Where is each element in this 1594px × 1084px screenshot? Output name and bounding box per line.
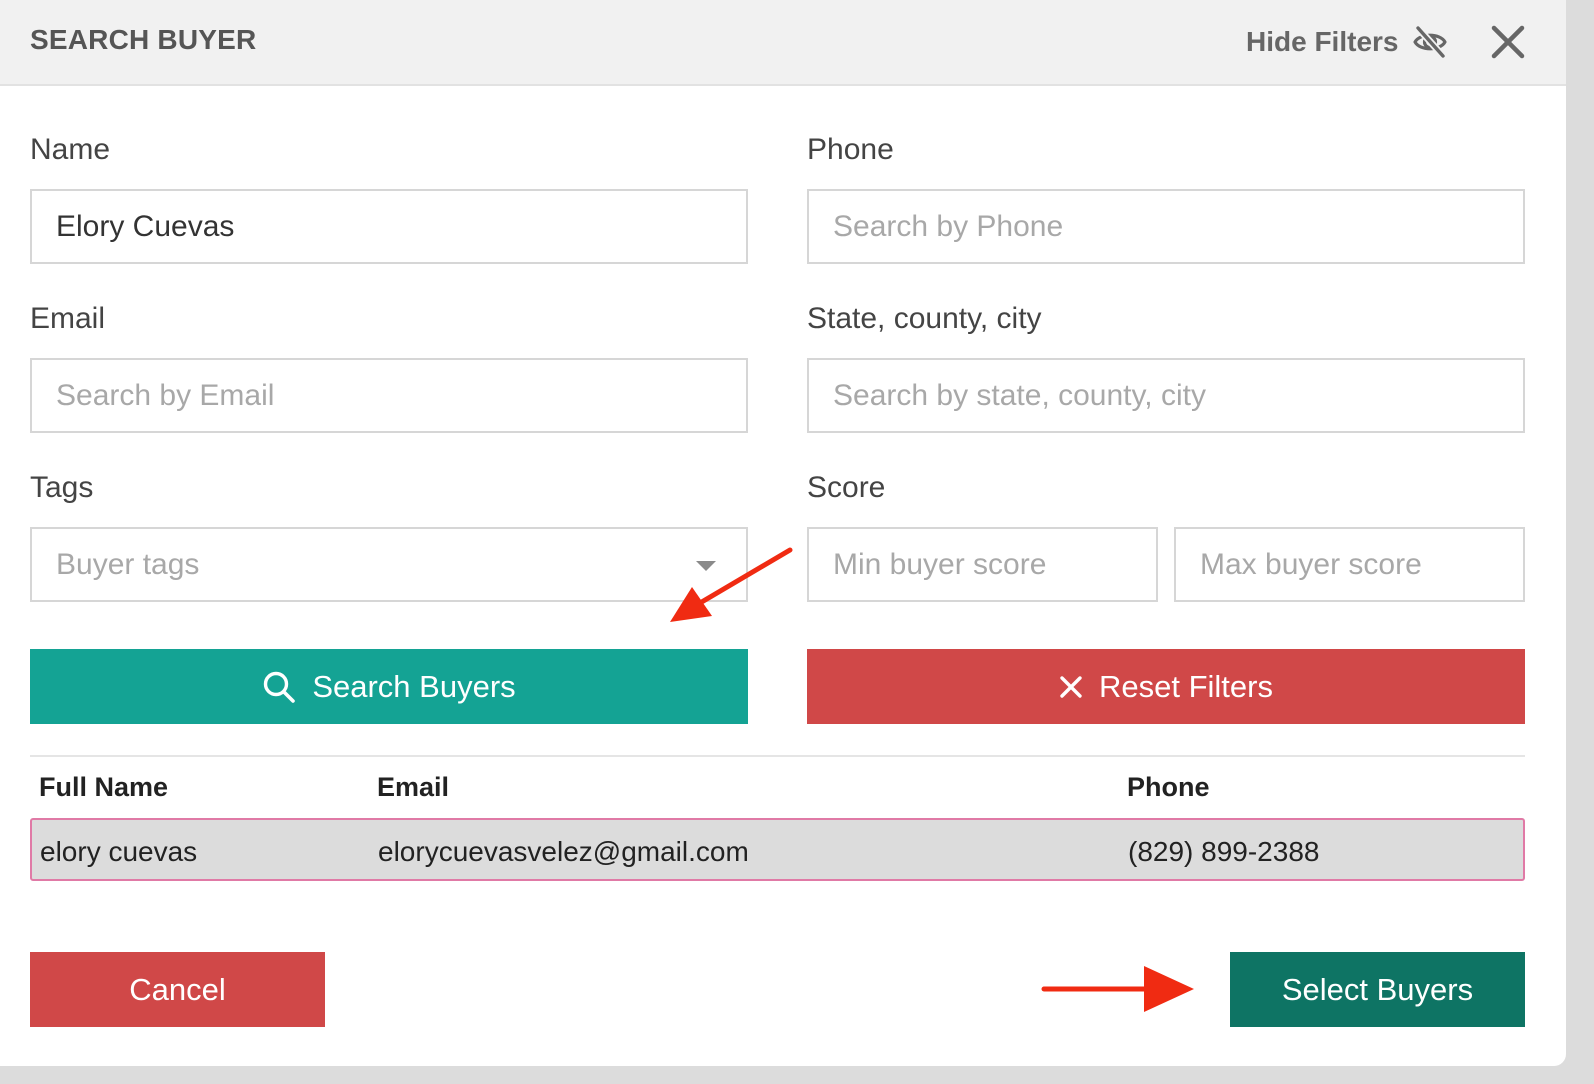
search-buyer-modal: SEARCH BUYER Hide Filters Name Phone Ema…: [0, 0, 1566, 1066]
cell-email: elorycuevasvelez@gmail.com: [378, 836, 749, 867]
search-buyers-button[interactable]: Search Buyers: [30, 649, 748, 724]
location-input[interactable]: [807, 358, 1525, 433]
email-input[interactable]: [30, 358, 748, 433]
results-divider: [30, 755, 1525, 757]
column-header-full-name: Full Name: [39, 772, 169, 802]
max-score-input[interactable]: [1174, 527, 1525, 602]
tags-label: Tags: [30, 471, 94, 504]
email-label: Email: [30, 302, 106, 335]
close-icon[interactable]: [1488, 22, 1528, 62]
column-header-email: Email: [377, 772, 450, 802]
min-score-input[interactable]: [807, 527, 1158, 602]
name-label: Name: [30, 133, 111, 166]
cell-full-name: elory cuevas: [40, 836, 198, 867]
column-header-phone: Phone: [1127, 772, 1210, 802]
reset-filters-button[interactable]: Reset Filters: [807, 649, 1525, 724]
modal-header: SEARCH BUYER Hide Filters: [0, 0, 1566, 86]
cancel-label: Cancel: [129, 971, 226, 1007]
x-icon: [1060, 675, 1082, 698]
annotation-arrow-to-search: [670, 547, 793, 622]
search-buyers-label: Search Buyers: [312, 668, 516, 704]
eye-slash-icon: [1413, 25, 1448, 59]
tags-select[interactable]: [30, 527, 748, 602]
select-buyers-button[interactable]: Select Buyers: [1230, 952, 1525, 1027]
table-row[interactable]: elory cuevas elorycuevasvelez@gmail.com …: [30, 818, 1525, 881]
name-input[interactable]: [30, 189, 748, 264]
modal-title: SEARCH BUYER: [30, 24, 257, 55]
score-label: Score: [807, 471, 886, 504]
cell-phone: (829) 899-2388: [1128, 836, 1320, 867]
select-buyers-label: Select Buyers: [1281, 971, 1474, 1007]
cancel-button[interactable]: Cancel: [30, 952, 325, 1027]
phone-label: Phone: [807, 133, 894, 166]
phone-input[interactable]: [807, 189, 1525, 264]
reset-filters-label: Reset Filters: [1099, 668, 1273, 704]
search-icon: [264, 671, 296, 703]
hide-filters-button[interactable]: Hide Filters: [1246, 24, 1448, 60]
hide-filters-label: Hide Filters: [1246, 26, 1399, 57]
location-label: State, county, city: [807, 302, 1042, 335]
annotation-arrow-to-select: [1041, 966, 1194, 1012]
